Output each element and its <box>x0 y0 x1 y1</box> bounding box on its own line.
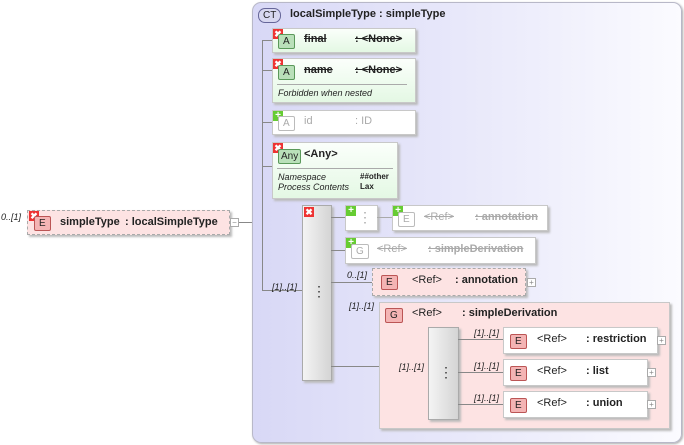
divider <box>277 168 393 169</box>
item-occurs: [1]..[1] <box>474 361 500 371</box>
sequence-icon: ⋮ <box>312 283 326 299</box>
list-element[interactable]: E <Ref> : list <box>503 359 648 386</box>
expand-button[interactable]: + <box>657 336 666 345</box>
attribute-name: id <box>304 115 313 127</box>
sequence-icon: ⋮ <box>358 209 372 225</box>
root-element[interactable]: ✖ E simpleType : localSimpleType <box>27 210 230 235</box>
element-badge: E <box>510 366 527 381</box>
connector <box>262 70 272 71</box>
connector <box>331 282 372 283</box>
connector <box>262 122 272 123</box>
group-sequence[interactable]: ⋮ <box>428 327 459 420</box>
removed-icon: ✖ <box>304 207 314 217</box>
restriction-element[interactable]: E <Ref> : restriction <box>503 327 658 354</box>
root-name: simpleType <box>60 216 120 228</box>
complex-type-badge: CT <box>258 8 282 23</box>
expand-button[interactable]: + <box>647 400 656 409</box>
ref-type: : simpleDerivation <box>428 243 524 255</box>
namespace-value: ##other <box>360 172 389 181</box>
process-contents-label: Process Contents <box>278 182 350 192</box>
ref-label: <Ref> <box>377 243 407 255</box>
sequence-icon: ⋮ <box>439 364 453 380</box>
attribute-badge: A <box>278 34 295 49</box>
connector <box>262 40 263 290</box>
added-sequence[interactable]: + ⋮ <box>345 205 378 231</box>
attribute-badge: A <box>278 65 295 80</box>
ref-type: : annotation <box>455 274 518 286</box>
choice-occurs: [1]..[1] <box>399 362 425 372</box>
ref-label: <Ref> <box>537 397 567 409</box>
ref-label: <Ref> <box>412 307 442 319</box>
attribute-type: : <None> <box>355 64 403 76</box>
attribute-name: name <box>304 64 333 76</box>
any-name: <Any> <box>304 148 338 160</box>
ref-type: : simpleDerivation <box>462 307 558 319</box>
connector <box>377 217 392 218</box>
divider <box>277 84 407 85</box>
attribute-name: final <box>304 33 327 45</box>
sequence-compositor[interactable]: ✖ ⋮ <box>302 205 332 381</box>
any-attribute[interactable]: ✖ Any <Any> Namespace ##other Process Co… <box>272 142 398 199</box>
group-badge: G <box>351 244 369 259</box>
item-occurs: [1]..[1] <box>474 328 500 338</box>
annotation-element[interactable]: E <Ref> : annotation <box>372 268 526 296</box>
connector <box>262 166 272 167</box>
ref-label: <Ref> <box>412 274 442 286</box>
element-badge: E <box>398 212 415 227</box>
root-occurs: 0..[1] <box>1 212 22 222</box>
element-badge: E <box>510 334 527 349</box>
ref-label: <Ref> <box>537 365 567 377</box>
ref-type: : list <box>586 365 609 377</box>
root-type: : localSimpleType <box>125 216 218 228</box>
element-badge: E <box>381 275 398 290</box>
attribute-badge: A <box>278 116 295 131</box>
any-badge: Any <box>278 149 302 164</box>
union-element[interactable]: E <Ref> : union <box>503 391 648 418</box>
connector <box>331 217 345 218</box>
connector <box>331 250 345 251</box>
connector <box>458 372 503 373</box>
ref-label: <Ref> <box>424 211 454 223</box>
ref-type: : union <box>586 397 623 409</box>
annotation-occurs: 0..[1] <box>347 270 368 280</box>
expand-button[interactable]: + <box>647 368 656 377</box>
item-occurs: [1]..[1] <box>474 393 500 403</box>
attribute-id[interactable]: + A id : ID <box>272 110 416 135</box>
group-badge: G <box>385 308 403 323</box>
added-simple-derivation-group[interactable]: + G <Ref> : simpleDerivation <box>345 237 536 264</box>
ref-type: : annotation <box>475 211 538 223</box>
ref-label: <Ref> <box>537 333 567 345</box>
complex-type-title: localSimpleType : simpleType <box>290 8 446 20</box>
process-contents-value: Lax <box>360 182 374 191</box>
attribute-type: : ID <box>355 115 373 127</box>
sequence-occurs: [1]..[1] <box>272 282 298 292</box>
connector <box>458 339 503 340</box>
connector <box>458 404 503 405</box>
expand-button[interactable]: + <box>527 278 536 287</box>
attribute-final[interactable]: ✖ A final : <None> <box>272 28 416 53</box>
group-occurs: [1]..[1] <box>349 301 375 311</box>
attribute-note: Forbidden when nested <box>278 88 373 98</box>
ref-type: : restriction <box>586 333 647 345</box>
connector <box>331 366 379 367</box>
attribute-name-box[interactable]: ✖ A name : <None> Forbidden when nested <box>272 58 416 103</box>
attribute-type: : <None> <box>355 33 403 45</box>
collapse-button[interactable]: − <box>230 218 239 227</box>
element-badge: E <box>510 398 527 413</box>
connector <box>262 40 272 41</box>
element-badge: E <box>34 216 51 231</box>
added-annotation-element[interactable]: + E <Ref> : annotation <box>392 205 548 231</box>
added-icon: + <box>346 206 356 216</box>
namespace-label: Namespace <box>278 172 327 182</box>
